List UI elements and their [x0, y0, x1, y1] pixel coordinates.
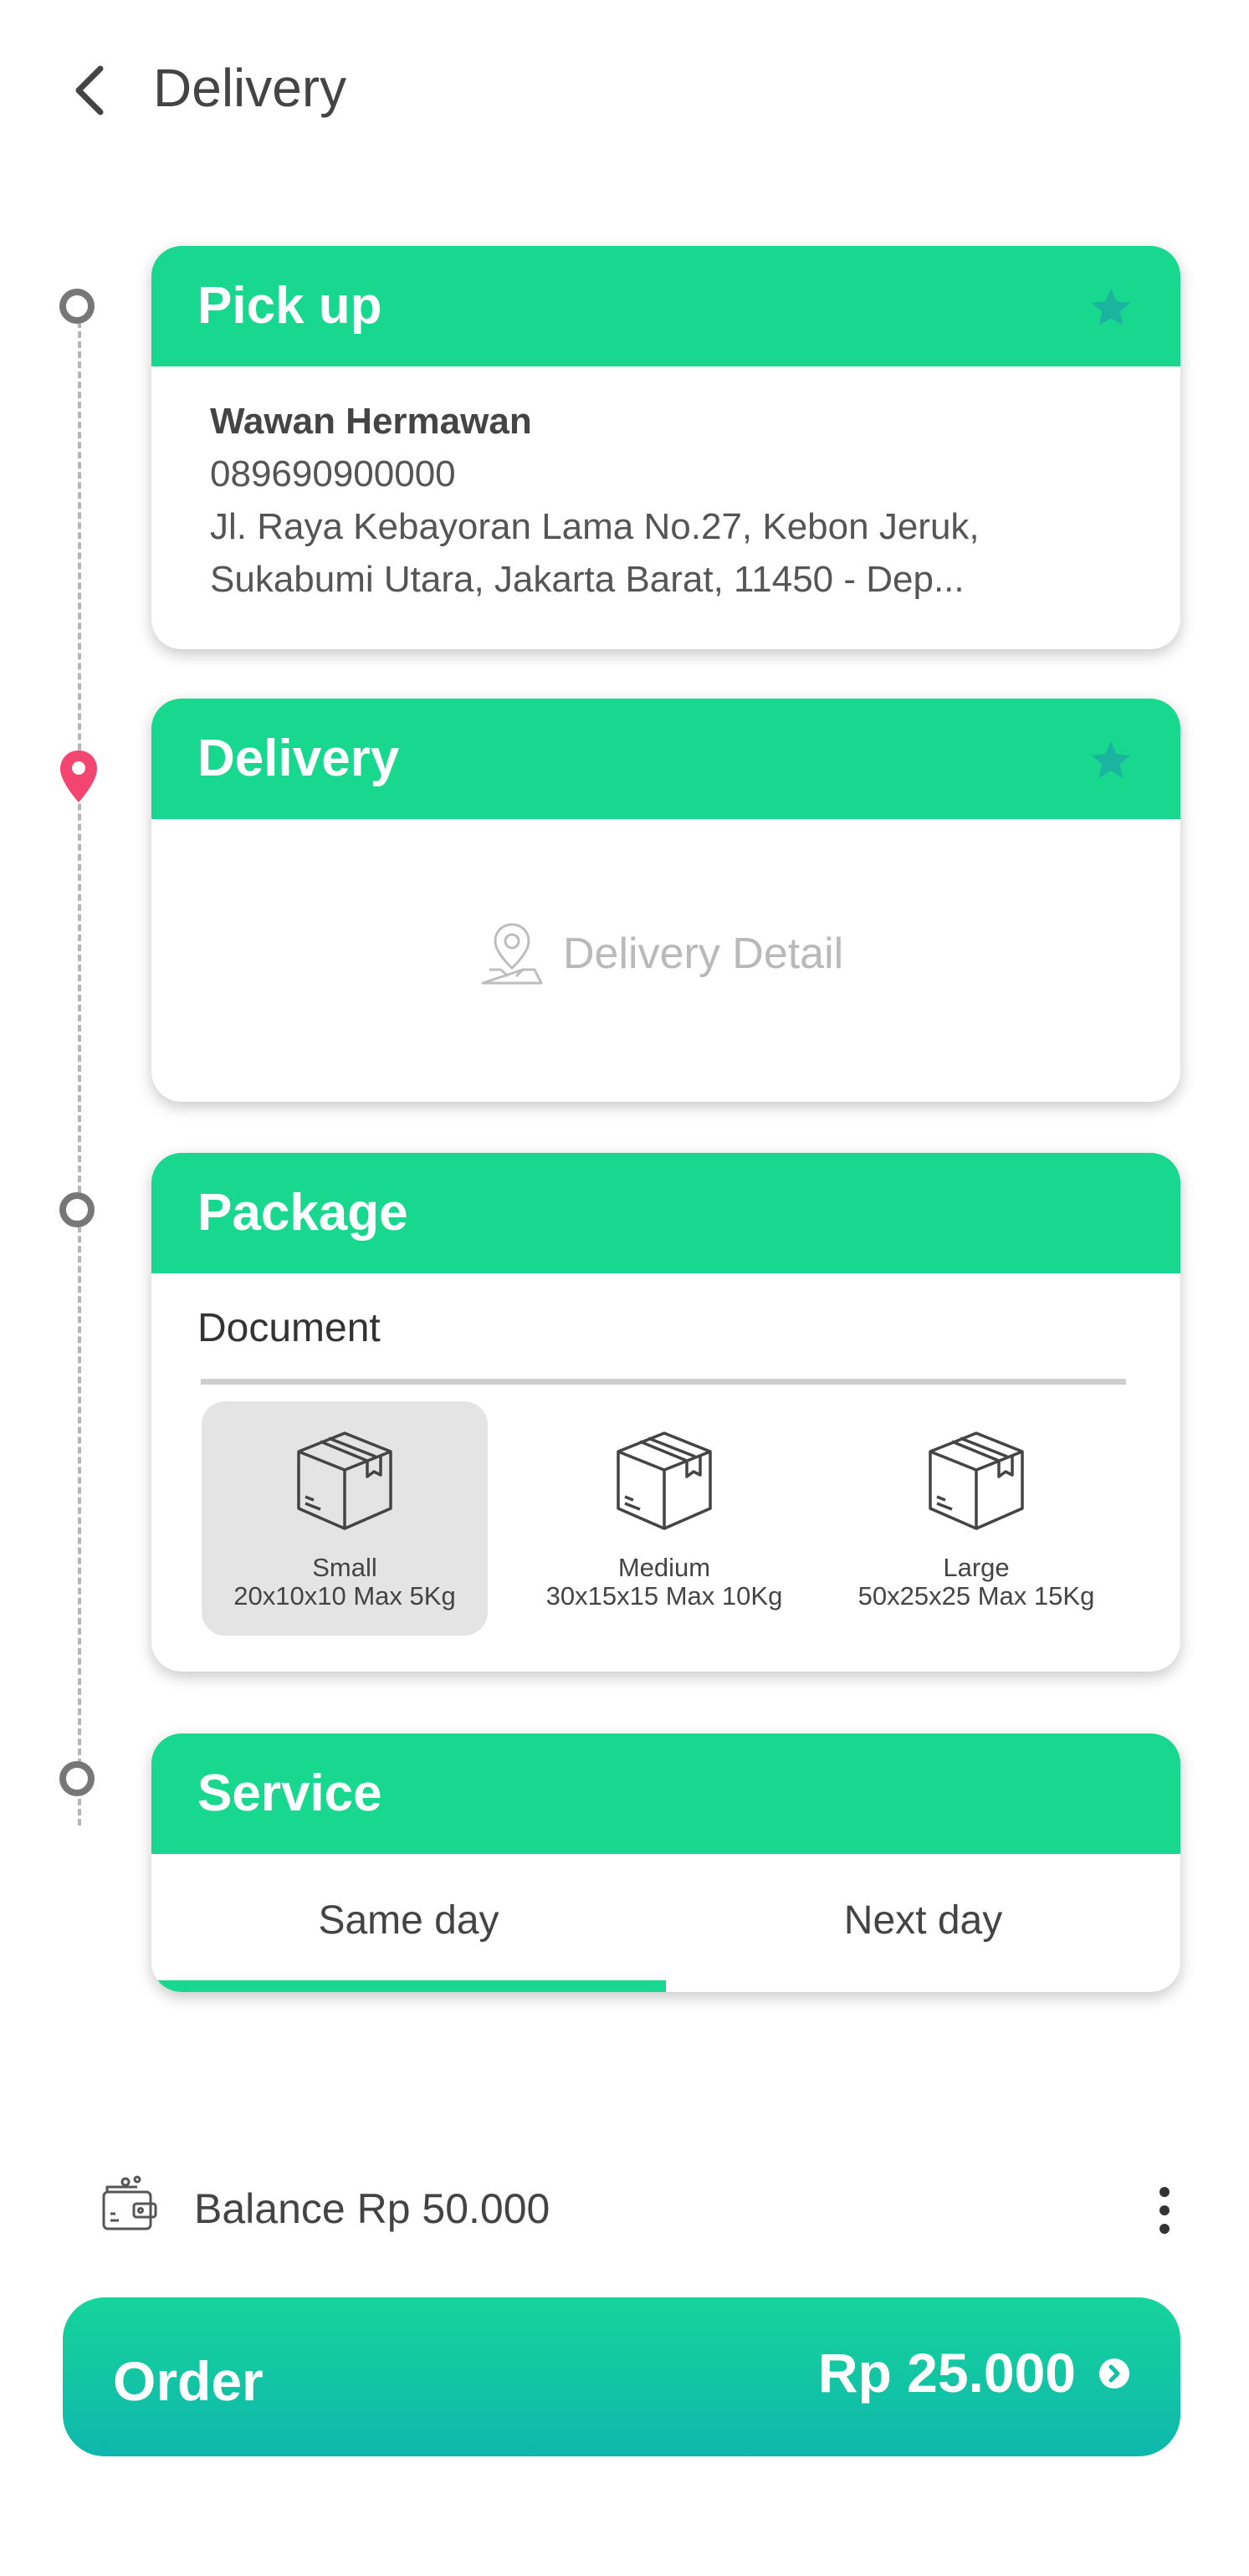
delivery-title: Delivery: [197, 730, 400, 787]
package-option-small[interactable]: Small 20x10x10 Max 5Kg: [202, 1401, 488, 1636]
delivery-card: Delivery Delivery Detail: [151, 699, 1180, 1102]
active-tab-indicator: [151, 1980, 666, 1992]
address-line-2: Sukabumi Utara, Jakarta Barat, 11450 - D…: [210, 559, 965, 600]
wallet-icon: [102, 2175, 157, 2230]
balance-label: Balance Rp 50.000: [194, 2185, 550, 2232]
tab-same-day[interactable]: Same day: [151, 1854, 666, 1992]
timeline-dot-service: [59, 1761, 95, 1796]
package-size: 50x25x25 Max 15Kg: [857, 1581, 1095, 1611]
page-title: Delivery: [153, 58, 347, 118]
timeline-line: [78, 311, 81, 1826]
order-button[interactable]: Order Rp 25.000: [63, 2297, 1180, 2456]
star-icon[interactable]: [1088, 737, 1134, 784]
pickup-card-header: Pick up: [151, 246, 1180, 366]
package-size-options: Small 20x10x10 Max 5Kg Medium 30x15x15 M…: [202, 1401, 1130, 1636]
pickup-title: Pick up: [197, 277, 382, 335]
order-price: Rp 25.000: [817, 2342, 1076, 2404]
back-button[interactable]: [60, 57, 127, 124]
order-label: Order: [113, 2350, 264, 2412]
timeline-dot-package: [59, 1192, 95, 1227]
package-card: Package Document Small 20x10x10 Max 5Kg: [151, 1153, 1180, 1672]
pickup-details: Wawan Hermawan 089690900000 Jl. Raya Keb…: [151, 366, 1180, 606]
balance-row: Balance Rp 50.000: [100, 2167, 1188, 2259]
tab-next-day[interactable]: Next day: [666, 1854, 1180, 1992]
star-icon[interactable]: [1088, 284, 1134, 331]
app-header: Delivery: [0, 0, 1249, 176]
sender-name: Wawan Hermawan: [210, 401, 532, 442]
package-option-large[interactable]: Large 50x25x25 Max 15Kg: [833, 1401, 1119, 1636]
box-icon: [617, 1431, 712, 1530]
package-card-header: Package: [151, 1153, 1180, 1273]
service-card-header: Service: [151, 1734, 1180, 1854]
delivery-detail-button[interactable]: Delivery Detail: [151, 819, 1180, 1102]
service-title: Service: [197, 1764, 382, 1822]
chevron-left-icon: [75, 65, 104, 115]
delivery-detail-label: Delivery Detail: [563, 930, 844, 978]
more-vertical-icon[interactable]: [1154, 2185, 1175, 2235]
package-type-input[interactable]: Document: [197, 1295, 1126, 1396]
service-tabs: Same day Next day: [151, 1854, 1180, 1992]
package-name: Medium: [617, 1553, 711, 1582]
pickup-card[interactable]: Pick up Wawan Hermawan 089690900000 Jl. …: [151, 246, 1180, 649]
input-underline: [201, 1379, 1126, 1385]
arrow-right-circle-icon: [1099, 2358, 1129, 2389]
box-icon: [929, 1431, 1024, 1530]
timeline-dot-pickup: [59, 289, 95, 324]
package-size: 20x10x10 Max 5Kg: [233, 1581, 456, 1611]
service-card: Service Same day Next day: [151, 1734, 1180, 1992]
sender-phone: 089690900000: [210, 453, 456, 494]
package-option-medium[interactable]: Medium 30x15x15 Max 10Kg: [521, 1401, 807, 1636]
address-line-1: Jl. Raya Kebayoran Lama No.27, Kebon Jer…: [210, 506, 980, 547]
package-type-value: Document: [197, 1306, 381, 1350]
map-pin-icon: [481, 923, 543, 985]
box-icon: [297, 1431, 392, 1530]
package-size: 30x15x15 Max 10Kg: [545, 1581, 783, 1611]
location-pin-icon: [60, 750, 97, 802]
delivery-card-header: Delivery: [151, 699, 1180, 819]
package-name: Large: [943, 1553, 1010, 1582]
package-title: Package: [197, 1184, 408, 1242]
package-name: Small: [312, 1553, 377, 1582]
